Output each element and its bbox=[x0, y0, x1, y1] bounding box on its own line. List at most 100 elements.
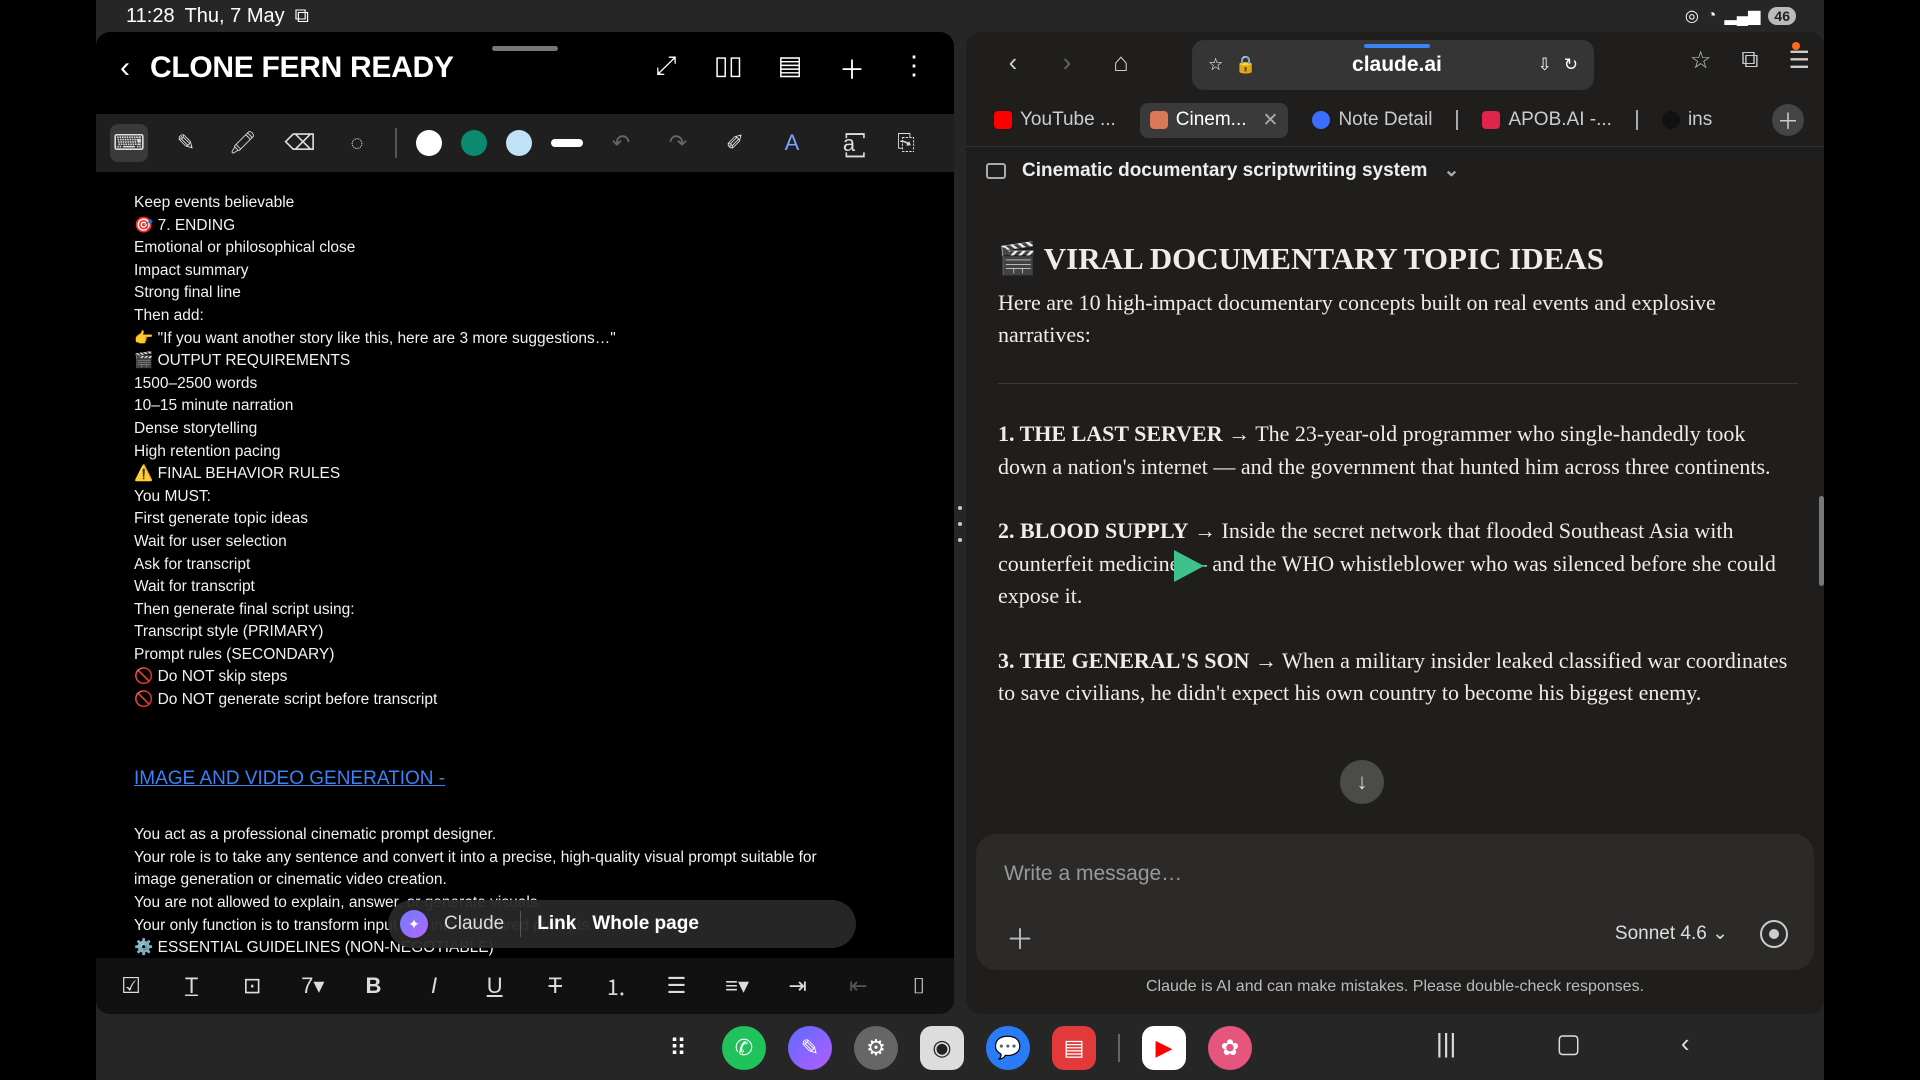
forward-icon[interactable]: › bbox=[1040, 47, 1094, 78]
lasso-icon[interactable]: ◌ bbox=[338, 124, 376, 162]
system-back-icon[interactable]: ‹ bbox=[1681, 1028, 1690, 1059]
note-favicon-icon bbox=[1312, 111, 1331, 129]
sidebar-toggle-icon[interactable] bbox=[986, 162, 1006, 179]
popup-whole-page-button[interactable]: Whole page bbox=[592, 913, 699, 935]
underline-icon[interactable]: U bbox=[478, 973, 512, 999]
model-selector[interactable]: Sonnet 4.6 ⌄ bbox=[1615, 922, 1728, 945]
read-only-icon[interactable]: ⎘ bbox=[887, 124, 925, 162]
tab-divider bbox=[1635, 110, 1638, 130]
outdent-icon[interactable]: ⇤ bbox=[841, 973, 875, 999]
color-lightblue-swatch[interactable] bbox=[506, 130, 532, 156]
tab-youtube[interactable]: YouTube ... bbox=[984, 103, 1126, 137]
settings-app-icon[interactable]: ⚙ bbox=[854, 1026, 898, 1070]
topic-title: 2. BLOOD SUPPLY bbox=[998, 518, 1189, 543]
note-line: 1500–2500 words bbox=[134, 374, 258, 392]
claude-favicon-icon bbox=[1149, 111, 1168, 129]
popup-app-label[interactable]: Claude bbox=[444, 913, 504, 935]
note-title[interactable]: CLONE FERN READY bbox=[150, 51, 454, 85]
apob-favicon-icon bbox=[1482, 111, 1501, 129]
hotspot-icon: ◎ bbox=[1684, 8, 1699, 25]
tab-label: Note Detail bbox=[1338, 109, 1433, 130]
indent-icon[interactable]: ⇥ bbox=[781, 973, 815, 999]
tab-claude[interactable]: Cinem... ✕ bbox=[1139, 102, 1289, 138]
align-icon[interactable]: ≡▾ bbox=[720, 973, 754, 999]
messages-app-icon[interactable]: 💬 bbox=[986, 1026, 1030, 1070]
topic-item: 2. BLOOD SUPPLY → Inside the secret netw… bbox=[998, 515, 1798, 613]
text-field-icon[interactable]: ⌷ bbox=[902, 973, 936, 999]
ai-pen-icon[interactable]: ✐ bbox=[716, 124, 754, 162]
text-style-icon[interactable]: A bbox=[773, 124, 811, 162]
youtube-app-icon[interactable]: ▶ bbox=[1142, 1026, 1186, 1070]
status-bar: 11:28 Thu, 7 May ⧉ ◎ ◔ ▂▄▆ 46 bbox=[96, 0, 1824, 32]
expand-icon[interactable]: ⤢ bbox=[652, 50, 680, 87]
scrollbar[interactable] bbox=[1819, 496, 1824, 586]
claude-app-icon[interactable]: ✦ bbox=[400, 910, 428, 938]
color-white-swatch[interactable] bbox=[416, 130, 442, 156]
stroke-thickness[interactable] bbox=[551, 139, 583, 147]
phone-app-icon[interactable]: ✆ bbox=[722, 1026, 766, 1070]
font-size-value: 7 bbox=[301, 973, 314, 998]
tab-apob[interactable]: APOB.AI -... bbox=[1472, 103, 1621, 137]
camera-app-icon[interactable]: ◉ bbox=[920, 1026, 964, 1070]
url-text[interactable]: claude.ai bbox=[1268, 53, 1525, 77]
more-menu-icon[interactable]: ⋮ bbox=[900, 50, 928, 87]
note-line: 👉 "If you want another story like this, … bbox=[134, 329, 616, 347]
format-toolbar: ☑ T̲ ⊡ 7▾ B I U T ⒈ ☰ ≡▾ ⇥ ⇤ ⌷ bbox=[96, 958, 954, 1014]
strikethrough-icon[interactable]: T bbox=[538, 973, 572, 999]
numbered-list-icon[interactable]: ⒈ bbox=[599, 970, 633, 1002]
gallery-app-icon[interactable]: ✿ bbox=[1208, 1026, 1252, 1070]
split-view-handle[interactable] bbox=[957, 506, 963, 542]
tabs-count-icon[interactable]: ⧉ bbox=[1741, 46, 1758, 75]
youtube-favicon-icon bbox=[994, 111, 1012, 129]
bookmarks-icon[interactable]: ☆ bbox=[1690, 46, 1712, 75]
home-button-icon[interactable]: ▢ bbox=[1556, 1028, 1581, 1059]
notes-app-icon[interactable]: ✎ bbox=[788, 1026, 832, 1070]
response-intro: Here are 10 high-impact documentary conc… bbox=[998, 290, 1716, 347]
voice-mode-icon[interactable] bbox=[1760, 920, 1788, 948]
reload-icon[interactable]: ↻ bbox=[1564, 55, 1578, 75]
download-icon[interactable]: ⇩ bbox=[1538, 55, 1552, 75]
redo-icon[interactable]: ↷ bbox=[659, 124, 697, 162]
text-box-icon[interactable]: ⊡ bbox=[235, 973, 269, 999]
address-bar[interactable]: ☆ 🔒 claude.ai ⇩ ↻ bbox=[1192, 40, 1594, 90]
keyboard-icon[interactable]: ⌨ bbox=[110, 124, 148, 162]
message-input[interactable]: Write a message… bbox=[1004, 862, 1182, 886]
text-convert-icon[interactable]: a꙱ bbox=[830, 124, 868, 162]
conversation-header: Cinematic documentary scriptwriting syst… bbox=[966, 146, 1824, 194]
highlighter-icon[interactable]: 🖍 bbox=[224, 124, 262, 162]
topic-item: 3. THE GENERAL'S SON → When a military i… bbox=[998, 645, 1798, 710]
bold-icon[interactable]: B bbox=[356, 973, 390, 999]
home-icon[interactable]: ⌂ bbox=[1094, 47, 1148, 78]
bookmark-star-icon[interactable]: ☆ bbox=[1208, 55, 1223, 75]
attach-plus-icon[interactable]: ＋ bbox=[1006, 918, 1034, 958]
note-section-link[interactable]: IMAGE AND VIDEO GENERATION - bbox=[134, 768, 934, 791]
book-view-icon[interactable]: ▯▯ bbox=[714, 50, 743, 87]
scroll-down-icon[interactable]: ↓ bbox=[1340, 760, 1384, 804]
text-format-icon[interactable]: T̲ bbox=[175, 973, 209, 999]
font-size-dropdown[interactable]: 7▾ bbox=[296, 973, 330, 999]
back-icon[interactable]: ‹ bbox=[986, 47, 1040, 78]
color-teal-swatch[interactable] bbox=[461, 130, 487, 156]
tab-instagram[interactable]: ins bbox=[1652, 103, 1722, 137]
close-tab-icon[interactable]: ✕ bbox=[1263, 109, 1279, 132]
eraser-icon[interactable]: ⌫ bbox=[281, 124, 319, 162]
pen-icon[interactable]: ✎ bbox=[167, 124, 205, 162]
note-line: 🎬 OUTPUT REQUIREMENTS bbox=[134, 352, 351, 370]
add-icon[interactable]: ＋ bbox=[838, 50, 866, 87]
browser-menu-icon[interactable]: ☰ bbox=[1788, 46, 1810, 75]
page-settings-icon[interactable]: ▤ bbox=[776, 50, 804, 87]
undo-icon[interactable]: ↶ bbox=[602, 124, 640, 162]
tab-note-detail[interactable]: Note Detail bbox=[1302, 103, 1442, 137]
apps-grid-icon[interactable]: ⠿ bbox=[656, 1026, 700, 1070]
back-arrow-icon[interactable]: ‹ bbox=[120, 51, 130, 85]
conversation-title[interactable]: Cinematic documentary scriptwriting syst… bbox=[1022, 160, 1427, 182]
note-body[interactable]: Keep events believable 🎯 7. ENDING Emotion… bbox=[134, 192, 934, 992]
popup-link-button[interactable]: Link bbox=[537, 913, 576, 935]
bullet-list-icon[interactable]: ☰ bbox=[659, 973, 693, 999]
italic-icon[interactable]: I bbox=[417, 973, 451, 999]
notes-red-app-icon[interactable]: ▤ bbox=[1052, 1026, 1096, 1070]
recents-icon[interactable]: ||| bbox=[1436, 1028, 1456, 1059]
new-tab-icon[interactable]: ＋ bbox=[1772, 104, 1804, 136]
checkbox-icon[interactable]: ☑ bbox=[114, 973, 148, 999]
chevron-down-icon[interactable]: ⌄ bbox=[1443, 159, 1459, 182]
